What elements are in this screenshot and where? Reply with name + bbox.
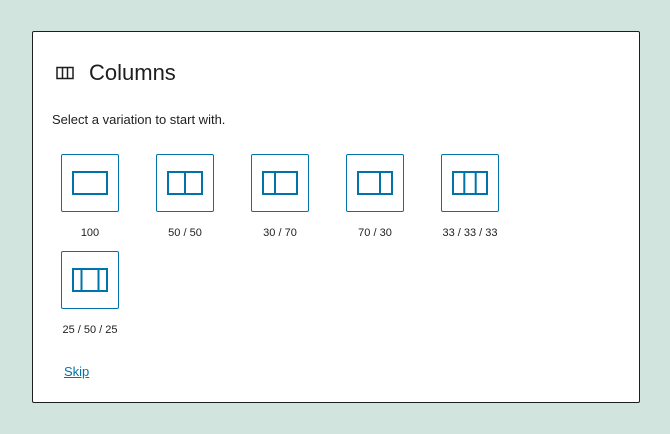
block-title: Columns bbox=[89, 60, 176, 85]
columns-block-placeholder: Columns Select a variation to start with… bbox=[32, 31, 640, 403]
variation-label: 30 / 70 bbox=[263, 227, 297, 239]
variation-label: 100 bbox=[80, 227, 100, 239]
variation-label: 33 / 33 / 33 bbox=[442, 227, 498, 239]
one-column-icon bbox=[72, 171, 108, 195]
two-columns-70-30-icon bbox=[357, 171, 393, 195]
variation-50-50-button[interactable] bbox=[156, 154, 214, 212]
skip-link[interactable]: Skip bbox=[64, 364, 89, 379]
three-columns-wide-center-icon bbox=[72, 268, 108, 292]
variation-30-70-button[interactable] bbox=[251, 154, 309, 212]
placeholder-header: Columns bbox=[55, 61, 176, 85]
variation-label: 50 / 50 bbox=[168, 227, 202, 239]
variation-33-33-33[interactable]: 33 / 33 / 33 bbox=[432, 154, 508, 239]
columns-icon bbox=[55, 63, 75, 83]
two-columns-30-70-icon bbox=[262, 171, 298, 195]
variation-100-button[interactable] bbox=[61, 154, 119, 212]
variation-70-30-button[interactable] bbox=[346, 154, 404, 212]
variation-25-50-25[interactable]: 25 / 50 / 25 bbox=[52, 251, 128, 336]
variation-30-70[interactable]: 30 / 70 bbox=[242, 154, 318, 239]
variation-33-33-33-button[interactable] bbox=[441, 154, 499, 212]
two-columns-equal-icon bbox=[167, 171, 203, 195]
variation-50-50[interactable]: 50 / 50 bbox=[147, 154, 223, 239]
variation-25-50-25-button[interactable] bbox=[61, 251, 119, 309]
variation-label: 25 / 50 / 25 bbox=[62, 324, 118, 336]
variation-100[interactable]: 100 bbox=[52, 154, 128, 239]
placeholder-instructions: Select a variation to start with. bbox=[52, 112, 226, 127]
variation-label: 70 / 30 bbox=[358, 227, 392, 239]
variation-70-30[interactable]: 70 / 30 bbox=[337, 154, 413, 239]
three-columns-equal-icon bbox=[452, 171, 488, 195]
